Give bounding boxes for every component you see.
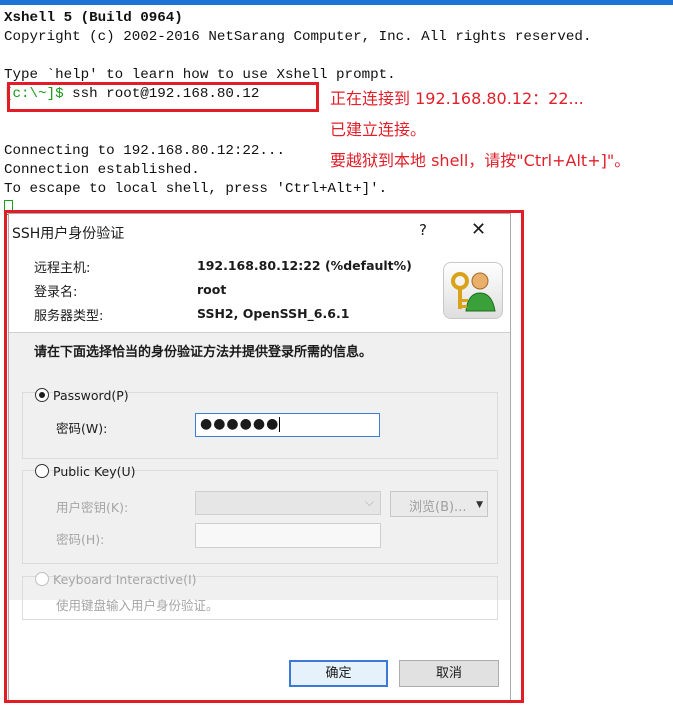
annotation-established: 已建立连接。 [330, 120, 427, 139]
command-highlight-box [7, 82, 319, 112]
annotation-connecting: 正在连接到 192.168.80.12：22... [330, 89, 584, 108]
terminal-banner-line: Xshell 5 (Build 0964) [4, 10, 183, 26]
window-top-border [0, 0, 673, 5]
terminal-escape-line: To escape to local shell, press 'Ctrl+Al… [4, 181, 388, 197]
terminal-connecting-line: Connecting to 192.168.80.12:22... [4, 143, 285, 159]
annotation-escape: 要越狱到本地 shell，请按"Ctrl+Alt+]"。 [330, 151, 631, 170]
dialog-highlight-box [4, 210, 524, 703]
terminal-established-line: Connection established. [4, 162, 200, 178]
terminal-copyright-line: Copyright (c) 2002-2016 NetSarang Comput… [4, 29, 592, 45]
